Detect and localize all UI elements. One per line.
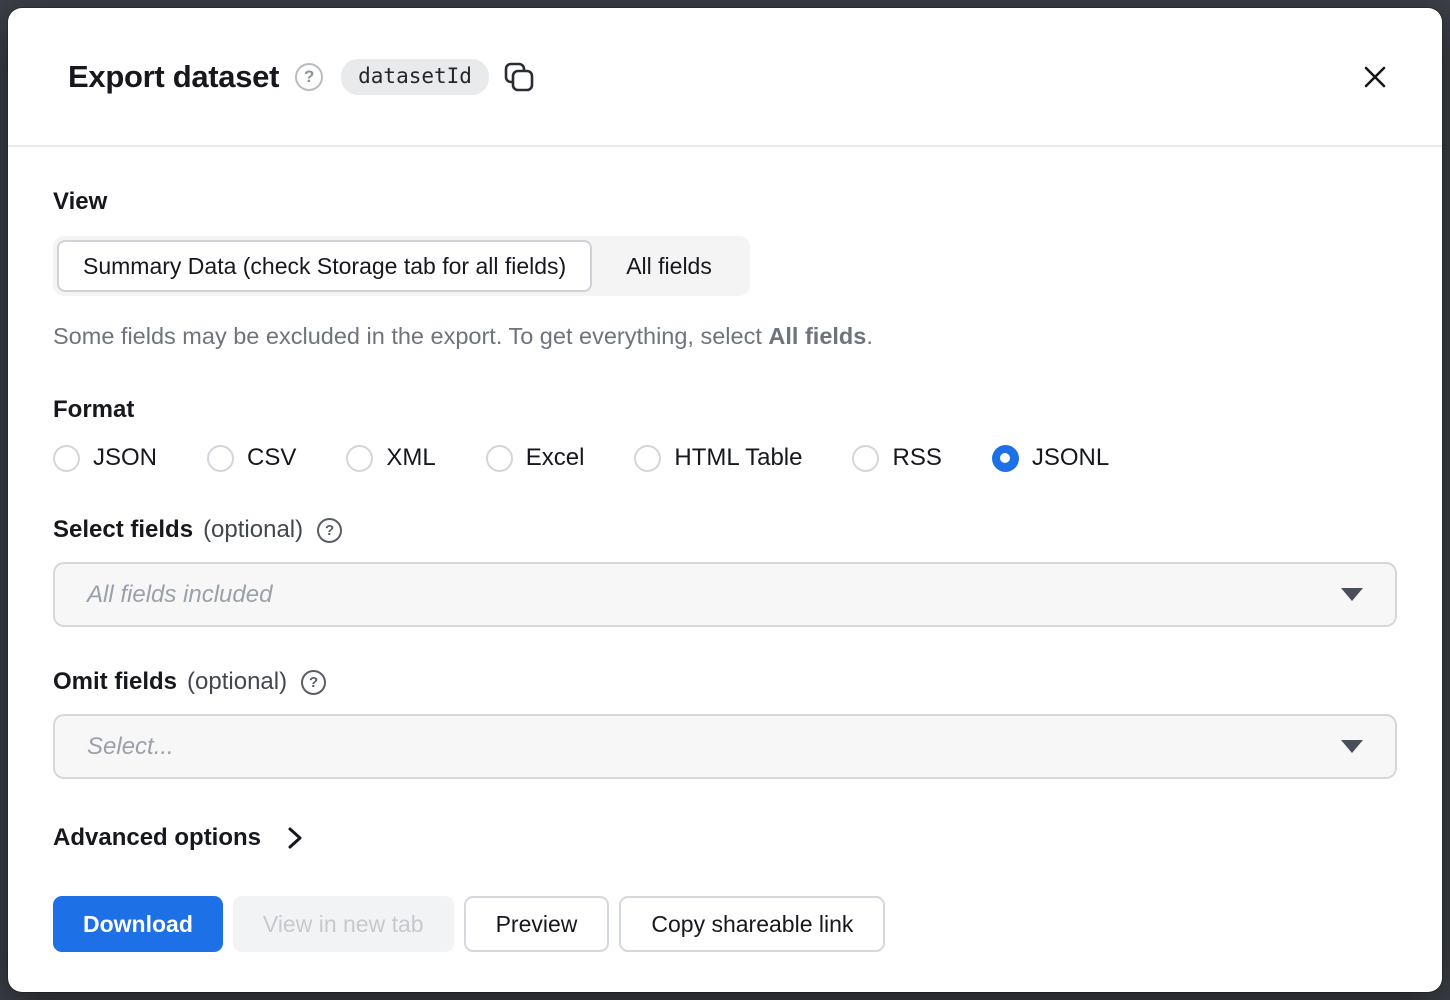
radio-label: CSV bbox=[247, 444, 296, 472]
select-fields-dropdown[interactable]: All fields included bbox=[53, 562, 1397, 627]
modal-title: Export dataset bbox=[68, 59, 279, 95]
view-segmented-control: Summary Data (check Storage tab for all … bbox=[53, 236, 750, 296]
radio-icon bbox=[346, 445, 373, 472]
copy-icon bbox=[501, 59, 537, 95]
view-helper-text: Some fields may be excluded in the expor… bbox=[53, 323, 1397, 350]
format-radio-jsonl[interactable]: JSONL bbox=[992, 444, 1109, 472]
helper-suffix: . bbox=[866, 323, 873, 349]
chevron-down-icon bbox=[1341, 740, 1363, 753]
format-radio-csv[interactable]: CSV bbox=[207, 444, 296, 472]
select-fields-label-row: Select fields (optional) ? bbox=[53, 516, 1397, 544]
view-in-new-tab-button[interactable]: View in new tab bbox=[233, 896, 454, 952]
radio-label: Excel bbox=[526, 444, 585, 472]
format-radio-json[interactable]: JSON bbox=[53, 444, 157, 472]
format-label: Format bbox=[53, 396, 1397, 424]
copy-shareable-link-button[interactable]: Copy shareable link bbox=[619, 896, 885, 952]
radio-icon bbox=[207, 445, 234, 472]
help-icon[interactable]: ? bbox=[317, 518, 342, 543]
radio-label: RSS bbox=[892, 444, 941, 472]
radio-icon bbox=[992, 445, 1019, 472]
modal-header: Export dataset ? datasetId bbox=[8, 8, 1442, 147]
omit-fields-placeholder: Select... bbox=[87, 733, 174, 761]
omit-fields-optional: (optional) bbox=[187, 668, 287, 696]
help-icon[interactable]: ? bbox=[301, 670, 326, 695]
radio-label: JSONL bbox=[1032, 444, 1109, 472]
radio-icon bbox=[486, 445, 513, 472]
advanced-options-toggle[interactable]: Advanced options bbox=[53, 824, 307, 852]
radio-icon bbox=[634, 445, 661, 472]
format-radio-group: JSON CSV XML Excel HTML Table RSS bbox=[53, 444, 1397, 472]
radio-label: XML bbox=[386, 444, 435, 472]
select-fields-placeholder: All fields included bbox=[87, 581, 272, 609]
radio-label: HTML Table bbox=[674, 444, 802, 472]
format-radio-xml[interactable]: XML bbox=[346, 444, 435, 472]
action-buttons-row: Download View in new tab Preview Copy sh… bbox=[53, 896, 1397, 952]
advanced-options-label: Advanced options bbox=[53, 824, 261, 852]
modal-content: View Summary Data (check Storage tab for… bbox=[8, 147, 1442, 952]
format-radio-rss[interactable]: RSS bbox=[852, 444, 941, 472]
help-icon[interactable]: ? bbox=[295, 63, 323, 91]
omit-fields-label: Omit fields bbox=[53, 668, 177, 696]
radio-label: JSON bbox=[93, 444, 157, 472]
format-radio-html-table[interactable]: HTML Table bbox=[634, 444, 802, 472]
format-radio-excel[interactable]: Excel bbox=[486, 444, 585, 472]
radio-icon bbox=[852, 445, 879, 472]
close-button[interactable] bbox=[1360, 62, 1390, 92]
export-dataset-modal: Export dataset ? datasetId View Summary … bbox=[8, 8, 1442, 992]
helper-prefix: Some fields may be excluded in the expor… bbox=[53, 323, 768, 349]
chevron-down-icon bbox=[1341, 588, 1363, 601]
dataset-id-badge: datasetId bbox=[341, 59, 489, 95]
select-fields-label: Select fields bbox=[53, 516, 193, 544]
preview-button[interactable]: Preview bbox=[464, 896, 610, 952]
helper-emphasis: All fields bbox=[768, 323, 866, 349]
copy-dataset-id-button[interactable] bbox=[501, 59, 537, 95]
view-option-all-fields[interactable]: All fields bbox=[592, 240, 746, 292]
select-fields-optional: (optional) bbox=[203, 516, 303, 544]
chevron-right-icon bbox=[281, 825, 307, 851]
download-button[interactable]: Download bbox=[53, 896, 223, 952]
view-label: View bbox=[53, 188, 1397, 216]
radio-icon bbox=[53, 445, 80, 472]
view-option-summary-data[interactable]: Summary Data (check Storage tab for all … bbox=[57, 240, 592, 292]
omit-fields-dropdown[interactable]: Select... bbox=[53, 714, 1397, 779]
close-icon bbox=[1360, 62, 1390, 92]
omit-fields-label-row: Omit fields (optional) ? bbox=[53, 668, 1397, 696]
